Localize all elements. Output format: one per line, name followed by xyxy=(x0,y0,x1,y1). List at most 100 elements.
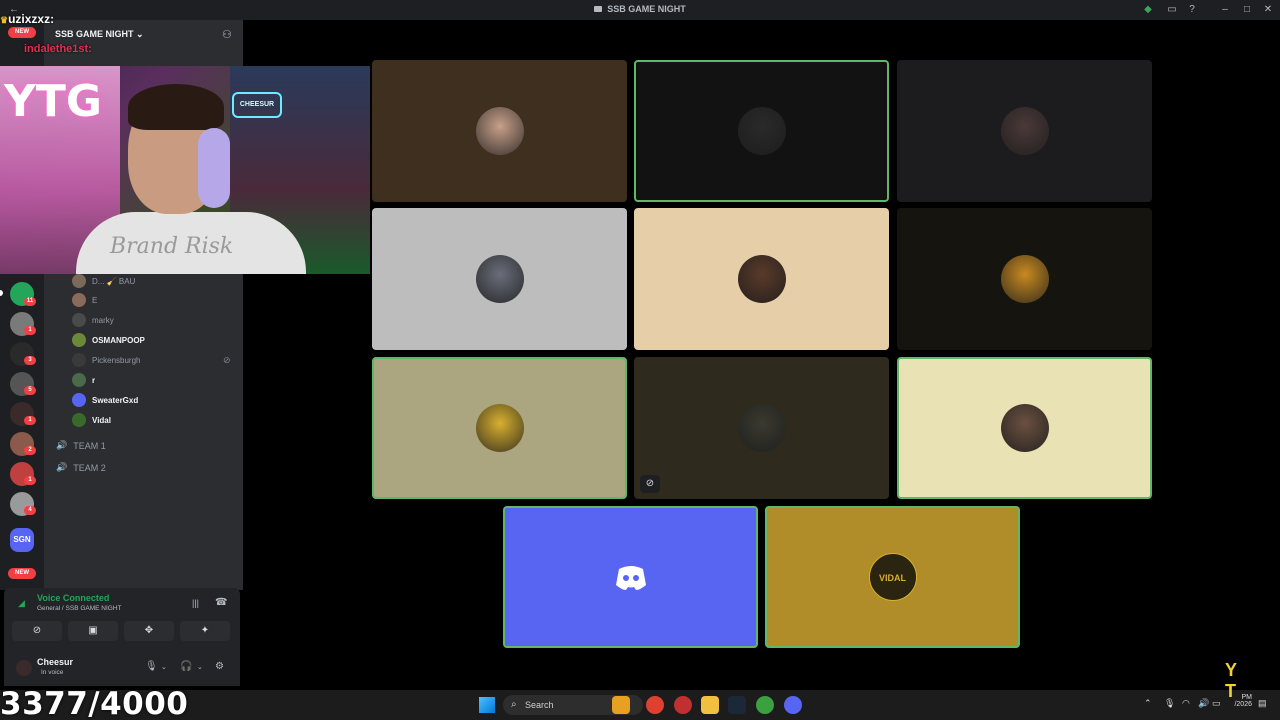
chevron-down-icon: ⌄ xyxy=(136,29,144,39)
inbox-icon[interactable]: ▭ xyxy=(1166,4,1178,16)
avatar[interactable] xyxy=(16,660,32,676)
maximize-icon[interactable]: □ xyxy=(1241,4,1253,16)
voice-panel: ◢ Voice Connected General / SSB GAME NIG… xyxy=(4,588,240,686)
participant-tile[interactable]: ⊘ xyxy=(634,357,889,499)
participant-tile[interactable] xyxy=(897,357,1152,499)
avatar xyxy=(72,333,86,347)
speaker-icon: 🔊 xyxy=(56,440,68,450)
notification-icon[interactable]: ▤ xyxy=(1258,698,1267,709)
participant-tile[interactable] xyxy=(897,60,1152,202)
soundboard-button[interactable]: ✦ xyxy=(180,621,230,641)
member-item[interactable]: Pickensburgh xyxy=(72,352,140,368)
mention-badge: 1 xyxy=(24,476,36,485)
discord-logo-icon xyxy=(607,553,655,601)
disconnect-icon[interactable]: ☎ xyxy=(215,597,227,608)
signal-icon: ◢ xyxy=(18,598,25,608)
new-badge: NEW xyxy=(8,568,36,579)
settings-gear-icon[interactable]: ⚙ xyxy=(215,661,224,672)
discord-icon[interactable] xyxy=(784,696,802,714)
steam-icon[interactable] xyxy=(728,696,746,714)
user-name: Cheesur xyxy=(37,657,74,667)
window-title: SSB GAME NIGHT xyxy=(0,4,1280,14)
participant-avatar xyxy=(737,107,786,155)
chevron-down-icon[interactable]: ⌄ xyxy=(161,663,167,671)
screenshare-button[interactable]: ▣ xyxy=(68,621,118,641)
avatar xyxy=(72,293,86,307)
mention-badge: 5 xyxy=(24,386,36,395)
avatar xyxy=(72,373,86,387)
participant-tile[interactable] xyxy=(897,208,1152,350)
app-icon[interactable] xyxy=(674,696,692,714)
volume-icon[interactable]: 🔊 xyxy=(1198,698,1209,709)
voice-channel-team1[interactable]: 🔊 TEAM 1 xyxy=(56,440,106,451)
close-icon[interactable]: ✕ xyxy=(1262,4,1274,16)
search-icon: ⌕ xyxy=(511,699,517,710)
rail-indicator xyxy=(0,290,3,296)
chrome-icon[interactable] xyxy=(646,696,664,714)
member-name: r xyxy=(92,375,96,385)
server-name[interactable]: SSB GAME NIGHT ⌄ xyxy=(55,29,144,40)
server-sgn[interactable]: SGN xyxy=(10,528,34,552)
member-name: Pickensburgh xyxy=(92,355,141,365)
member-item[interactable]: Vidal xyxy=(72,412,111,428)
video-button[interactable]: ⊘ xyxy=(12,621,62,641)
avatar xyxy=(72,393,86,407)
file-explorer-icon[interactable] xyxy=(701,696,719,714)
member-item[interactable]: r xyxy=(72,372,95,388)
avatar xyxy=(72,313,86,327)
battery-icon[interactable]: ▭ xyxy=(1212,698,1221,709)
participant-tile[interactable] xyxy=(634,60,889,202)
participant-avatar xyxy=(1000,107,1049,155)
activity-button[interactable]: ✥ xyxy=(124,621,174,641)
participant-tile[interactable]: VIDAL xyxy=(765,506,1020,648)
member-name: OSMANPOOP xyxy=(92,335,145,345)
member-name: SweaterGxd xyxy=(92,395,139,405)
avatar xyxy=(72,353,86,367)
neon-sign: CHEESUR xyxy=(232,92,282,118)
participant-avatar xyxy=(737,404,786,452)
minimize-icon[interactable]: – xyxy=(1219,4,1231,16)
microphone-icon[interactable]: 🎙 xyxy=(1164,698,1175,709)
add-member-icon[interactable]: ⚇ xyxy=(222,28,232,41)
participant-tile[interactable] xyxy=(372,357,627,499)
channel-name: TEAM 2 xyxy=(73,462,106,473)
participant-tile[interactable] xyxy=(634,208,889,350)
wifi-icon[interactable]: ◠ xyxy=(1182,698,1190,709)
noise-suppression-icon[interactable]: ||| xyxy=(192,598,199,608)
member-item[interactable]: OSMANPOOP xyxy=(72,332,145,348)
windows-start-icon[interactable] xyxy=(479,697,495,713)
speaker-icon: 🔊 xyxy=(56,462,68,472)
avatar xyxy=(72,413,86,427)
deafened-icon: ⊘ xyxy=(223,355,231,365)
muted-mic-icon: ⊘ xyxy=(640,475,660,493)
member-item[interactable]: marky xyxy=(72,312,114,328)
streamer-hair xyxy=(128,84,224,130)
chevron-down-icon[interactable]: ⌄ xyxy=(197,663,203,671)
chat-username: indalethe1st: xyxy=(24,43,92,55)
widget-icon[interactable] xyxy=(612,696,630,714)
chevron-up-icon[interactable]: ⌃ xyxy=(1144,698,1152,709)
member-name: E xyxy=(92,295,98,305)
participant-tile[interactable] xyxy=(503,506,758,648)
chrome-icon[interactable] xyxy=(756,696,774,714)
participant-avatar xyxy=(737,255,786,303)
participant-tile[interactable] xyxy=(372,60,627,202)
voice-channel-path[interactable]: General / SSB GAME NIGHT xyxy=(37,605,122,612)
member-item[interactable]: D... 🧹 BAU xyxy=(72,273,135,289)
member-item[interactable]: E xyxy=(72,292,97,308)
avatar xyxy=(72,274,86,288)
help-icon[interactable]: ? xyxy=(1186,4,1198,16)
member-item[interactable]: SweaterGxd xyxy=(72,392,138,408)
voice-status[interactable]: Voice Connected xyxy=(37,593,109,603)
participant-avatar xyxy=(475,255,524,303)
neon-sign: YTG xyxy=(4,76,102,127)
nitro-icon[interactable]: ◆ xyxy=(1142,4,1154,16)
channel-logo: YT xyxy=(1225,660,1238,701)
headphones-icon[interactable]: 🎧 xyxy=(180,661,192,672)
mention-badge: 1 xyxy=(24,416,36,425)
voice-channel-team2[interactable]: 🔊 TEAM 2 xyxy=(56,462,106,473)
user-status: In voice xyxy=(41,669,64,676)
server-icon xyxy=(594,6,603,12)
microphone-icon[interactable]: 🎙 xyxy=(145,661,158,672)
participant-tile[interactable] xyxy=(372,208,627,350)
